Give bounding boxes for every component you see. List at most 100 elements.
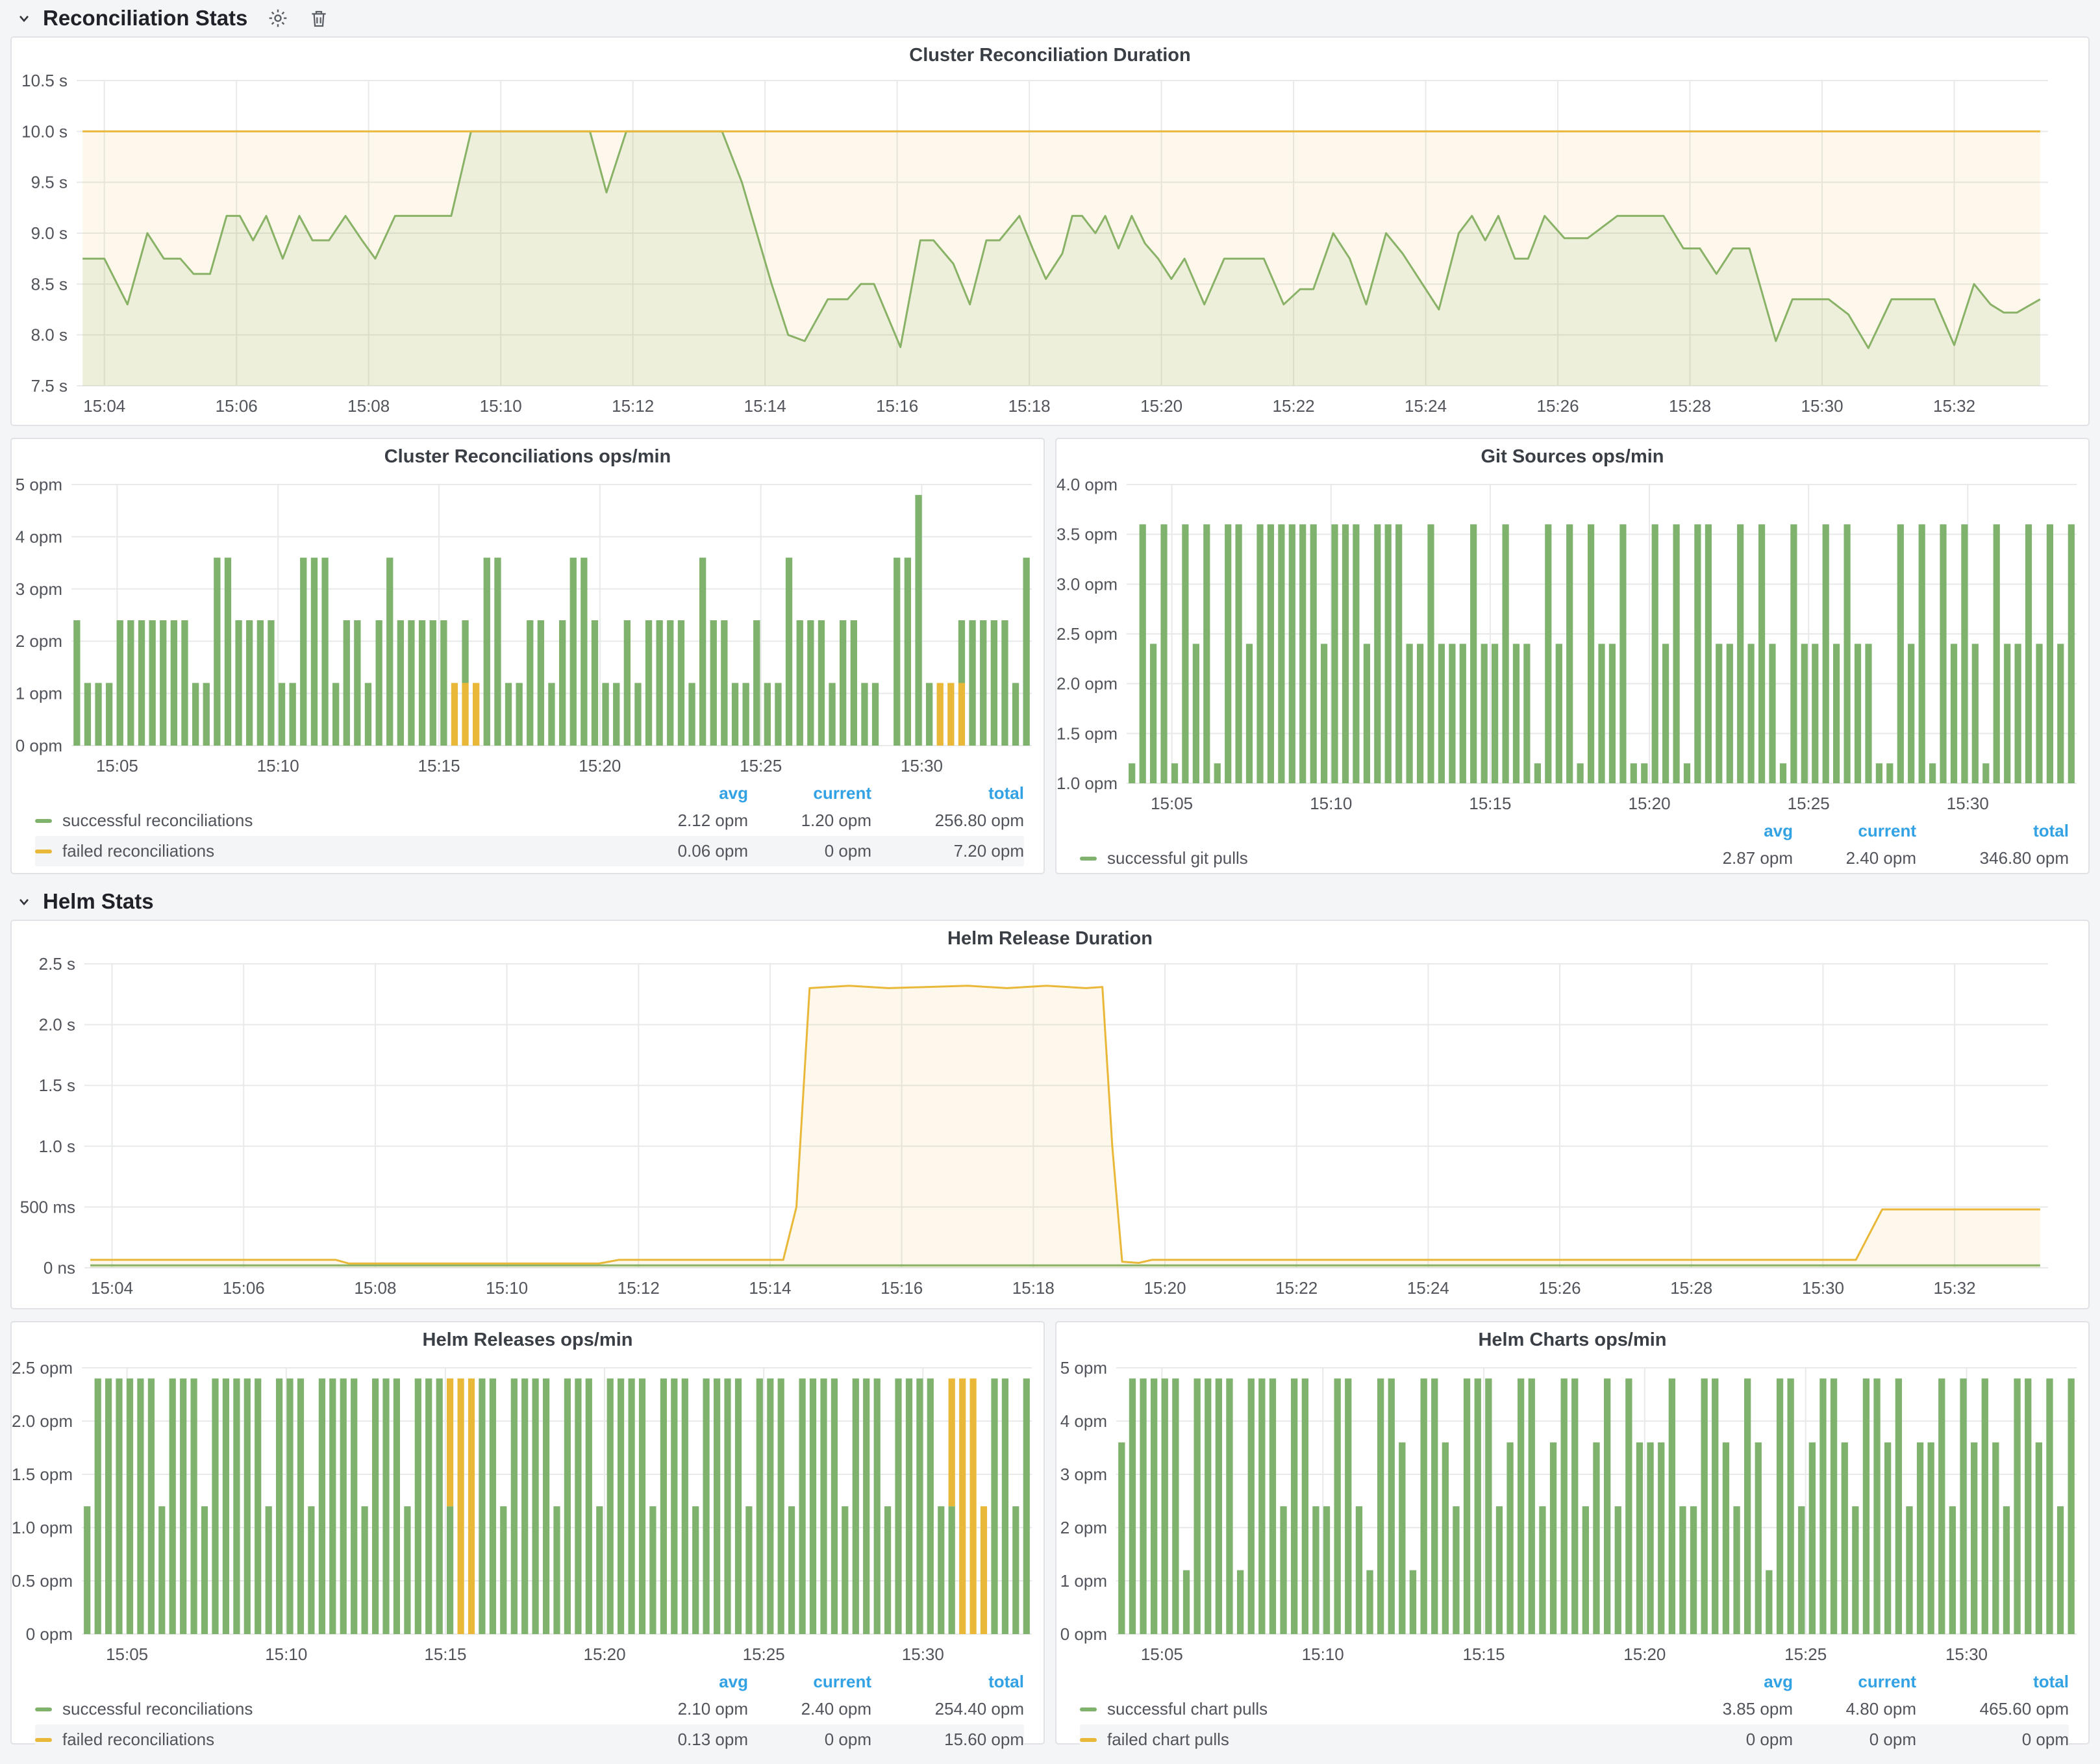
trash-icon[interactable]	[308, 8, 329, 29]
svg-text:3 opm: 3 opm	[1060, 1465, 1107, 1484]
legend-value-total: 465.60 opm	[1916, 1699, 2069, 1719]
svg-text:8.0 s: 8.0 s	[31, 325, 68, 345]
series-color-dash	[1080, 1707, 1097, 1711]
svg-text:15:12: 15:12	[612, 396, 654, 416]
svg-text:0 ns: 0 ns	[44, 1258, 75, 1278]
svg-text:4.0 opm: 4.0 opm	[1056, 475, 1118, 494]
legend-value-current: 0 opm	[748, 1730, 871, 1750]
svg-text:15:30: 15:30	[1945, 1644, 1988, 1664]
panel-title[interactable]: Cluster Reconciliation Duration	[12, 38, 2088, 73]
svg-text:5 opm: 5 opm	[1060, 1358, 1107, 1378]
svg-text:15:10: 15:10	[1302, 1644, 1344, 1664]
panel-title[interactable]: Git Sources ops/min	[1056, 439, 2088, 474]
svg-text:15:15: 15:15	[424, 1644, 466, 1664]
svg-text:15:08: 15:08	[347, 396, 390, 416]
svg-text:1.5 s: 1.5 s	[39, 1076, 75, 1095]
legend-col-current[interactable]: current	[748, 1672, 871, 1692]
legend-col-total[interactable]: total	[1916, 1672, 2069, 1692]
legend: avg current total successful git pulls 2…	[1056, 817, 2088, 879]
svg-text:15:28: 15:28	[1669, 396, 1711, 416]
legend-value-avg: 0.06 opm	[625, 841, 748, 861]
panel-title[interactable]: Cluster Reconciliations ops/min	[12, 439, 1044, 474]
legend-col-avg[interactable]: avg	[1669, 1672, 1793, 1692]
svg-text:15:15: 15:15	[1462, 1644, 1505, 1664]
svg-text:15:30: 15:30	[902, 1644, 944, 1664]
svg-text:15:25: 15:25	[743, 1644, 785, 1664]
panel-title[interactable]: Helm Charts ops/min	[1056, 1322, 2088, 1357]
section-header-reconciliation-stats[interactable]: Reconciliation Stats	[10, 0, 2090, 36]
section-header-helm-stats[interactable]: Helm Stats	[10, 883, 2090, 920]
legend-col-avg[interactable]: avg	[625, 1672, 748, 1692]
legend-label[interactable]: failed reconciliations	[62, 841, 625, 861]
legend-col-avg[interactable]: avg	[625, 783, 748, 803]
legend-label[interactable]: successful chart pulls	[1107, 1699, 1669, 1719]
legend-label[interactable]: failed reconciliations	[62, 1730, 625, 1750]
svg-text:15:25: 15:25	[1784, 1644, 1827, 1664]
legend-col-total[interactable]: total	[1916, 821, 2069, 841]
panel-title[interactable]: Helm Releases ops/min	[12, 1322, 1044, 1357]
svg-text:0 opm: 0 opm	[16, 736, 62, 755]
svg-text:7.5 s: 7.5 s	[31, 376, 68, 396]
panel-title[interactable]: Helm Release Duration	[12, 921, 2088, 956]
legend-label[interactable]: successful git pulls	[1107, 848, 1669, 868]
svg-text:1.5 opm: 1.5 opm	[12, 1465, 73, 1484]
cluster-reconciliations-chart[interactable]: 15:0515:1015:1515:2015:2515:305 opm4 opm…	[12, 474, 1044, 779]
legend-label[interactable]: successful reconciliations	[62, 1699, 625, 1719]
svg-text:9.0 s: 9.0 s	[31, 223, 68, 243]
svg-text:15:22: 15:22	[1275, 1278, 1318, 1298]
legend-value-total: 254.40 opm	[871, 1699, 1024, 1719]
legend-value-current: 4.80 opm	[1793, 1699, 1916, 1719]
gear-icon[interactable]	[267, 7, 289, 29]
legend-label[interactable]: successful reconciliations	[62, 811, 625, 831]
svg-text:10.0 s: 10.0 s	[21, 121, 68, 141]
panel-helm-release-duration: Helm Release Duration 15:0415:0615:0815:…	[10, 920, 2090, 1309]
svg-text:15:16: 15:16	[876, 396, 918, 416]
svg-text:15:20: 15:20	[1140, 396, 1182, 416]
svg-text:2.0 s: 2.0 s	[39, 1015, 75, 1035]
legend-value-avg: 0.13 opm	[625, 1730, 748, 1750]
svg-text:15:15: 15:15	[1469, 794, 1511, 813]
legend-header: avg current total	[35, 781, 1024, 805]
svg-text:2.5 opm: 2.5 opm	[1056, 624, 1118, 644]
svg-text:5 opm: 5 opm	[16, 475, 62, 494]
svg-text:15:32: 15:32	[1934, 1278, 1976, 1298]
svg-text:2.5 opm: 2.5 opm	[12, 1358, 73, 1378]
helm-releases-chart[interactable]: 15:0515:1015:1515:2015:2515:302.5 opm2.0…	[12, 1357, 1044, 1668]
svg-text:1 opm: 1 opm	[1060, 1571, 1107, 1591]
svg-text:15:25: 15:25	[1788, 794, 1830, 813]
legend-value-total: 7.20 opm	[871, 841, 1024, 861]
legend-row: successful git pulls 2.87 opm 2.40 opm 3…	[1080, 843, 2069, 874]
panel-cluster-reconciliations-opm: Cluster Reconciliations ops/min 15:0515:…	[10, 438, 1045, 874]
svg-text:2.5 s: 2.5 s	[39, 956, 75, 974]
svg-text:2 opm: 2 opm	[16, 631, 62, 651]
svg-text:15:05: 15:05	[96, 756, 138, 775]
series-color-dash	[35, 850, 52, 853]
svg-text:1.0 opm: 1.0 opm	[1056, 774, 1118, 793]
legend-value-total: 256.80 opm	[871, 811, 1024, 831]
svg-text:15:14: 15:14	[744, 396, 786, 416]
series-color-dash	[35, 819, 52, 823]
cluster-reconciliation-duration-chart[interactable]: 15:0415:0615:0815:1015:1215:1415:1615:18…	[12, 73, 2088, 422]
svg-text:3.5 opm: 3.5 opm	[1056, 525, 1118, 544]
legend-col-current[interactable]: current	[1793, 1672, 1916, 1692]
legend-col-avg[interactable]: avg	[1669, 821, 1793, 841]
svg-text:15:18: 15:18	[1012, 1278, 1055, 1298]
legend: avg current total successful chart pulls…	[1056, 1668, 2088, 1760]
svg-text:15:15: 15:15	[418, 756, 460, 775]
legend-value-avg: 2.10 opm	[625, 1699, 748, 1719]
legend-value-total: 346.80 opm	[1916, 848, 2069, 868]
legend-col-current[interactable]: current	[748, 783, 871, 803]
git-sources-chart[interactable]: 15:0515:1015:1515:2015:2515:304.0 opm3.5…	[1056, 474, 2088, 817]
legend-col-total[interactable]: total	[871, 783, 1024, 803]
legend-col-current[interactable]: current	[1793, 821, 1916, 841]
svg-text:15:10: 15:10	[480, 396, 522, 416]
legend-col-total[interactable]: total	[871, 1672, 1024, 1692]
helm-release-duration-chart[interactable]: 15:0415:0615:0815:1015:1215:1415:1615:18…	[12, 956, 2088, 1304]
svg-text:15:10: 15:10	[1310, 794, 1352, 813]
svg-text:15:10: 15:10	[486, 1278, 528, 1298]
legend-value-avg: 0 opm	[1669, 1730, 1793, 1750]
svg-text:15:05: 15:05	[1141, 1644, 1183, 1664]
legend-label[interactable]: failed chart pulls	[1107, 1730, 1669, 1750]
helm-charts-chart[interactable]: 15:0515:1015:1515:2015:2515:305 opm4 opm…	[1056, 1357, 2088, 1668]
legend: avg current total successful reconciliat…	[12, 1668, 1044, 1760]
